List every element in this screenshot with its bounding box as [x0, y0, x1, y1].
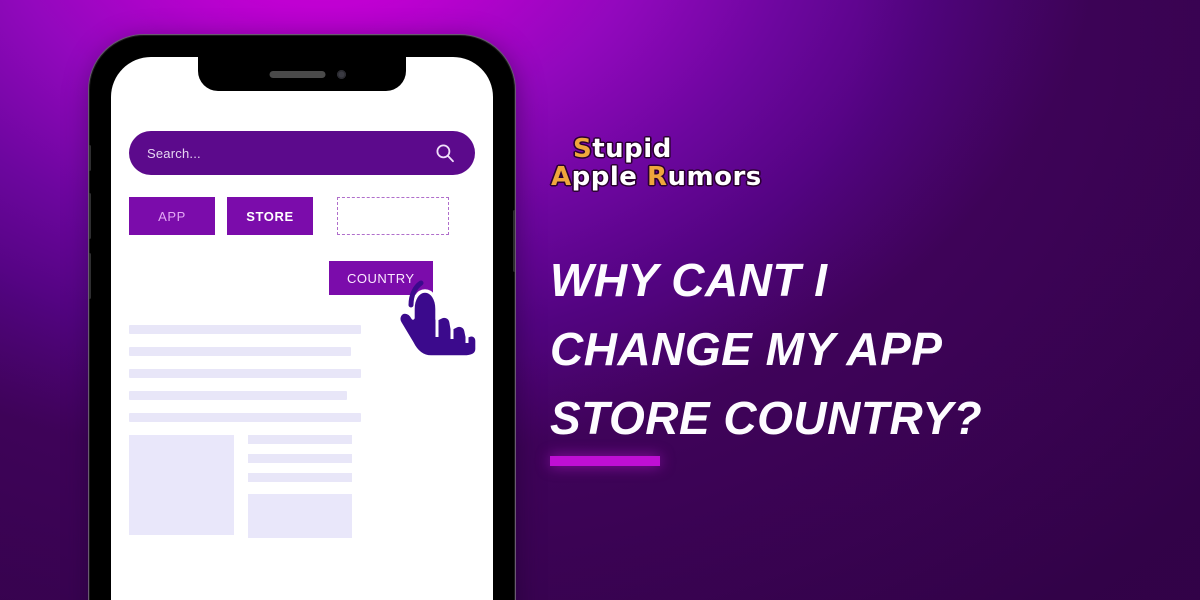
placeholder-line: [248, 454, 352, 463]
placeholder-side-column: [248, 435, 352, 538]
logo-text-tupid: tupid: [592, 134, 672, 164]
phone-mute-button[interactable]: [89, 145, 91, 171]
phone-screen: Search... APP STORE COUNTRY: [111, 57, 493, 600]
chip-store-label: STORE: [246, 208, 294, 224]
placeholder-line: [248, 435, 352, 444]
logo-cap-a: A: [551, 162, 572, 192]
logo-line-2: Apple Rumors: [551, 164, 762, 190]
placeholder-line: [129, 391, 347, 400]
front-camera-icon: [337, 70, 346, 79]
search-input[interactable]: Search...: [129, 131, 475, 175]
filter-chip-row: APP STORE: [129, 197, 475, 235]
logo-line-1: Stupid: [573, 136, 762, 162]
pointing-hand-cursor-icon: [391, 279, 477, 357]
site-logo: Stupid Apple Rumors: [551, 136, 762, 190]
chip-app[interactable]: APP: [129, 197, 215, 235]
chip-store[interactable]: STORE: [227, 197, 313, 235]
placeholder-image-block: [129, 435, 234, 535]
search-icon[interactable]: [435, 143, 455, 163]
placeholder-block: [248, 494, 352, 538]
phone-notch: [198, 57, 406, 91]
phone-volume-up-button[interactable]: [89, 193, 91, 239]
logo-text-pple: pple: [571, 162, 647, 192]
logo-cap-r: R: [646, 162, 668, 192]
placeholder-media-row: [129, 435, 475, 538]
headline-line-1: WHY CANT I: [550, 254, 828, 306]
phone-power-button[interactable]: [513, 210, 515, 272]
logo-text-umors: umors: [667, 162, 762, 192]
phone-mockup: Search... APP STORE COUNTRY: [88, 34, 520, 600]
phone-frame: Search... APP STORE COUNTRY: [88, 34, 516, 600]
chip-app-label: APP: [158, 208, 186, 224]
search-placeholder-text: Search...: [147, 145, 201, 161]
placeholder-line: [129, 413, 361, 422]
placeholder-line: [248, 473, 352, 482]
logo-cap-s: S: [573, 134, 593, 164]
app-content: Search... APP STORE COUNTRY: [111, 91, 493, 600]
page-title: WHY CANT I CHANGE MY APP STORE COUNTRY?: [550, 246, 1150, 453]
right-panel: Stupid Apple Rumors WHY CANT I CHANGE MY…: [548, 0, 1168, 600]
placeholder-line: [129, 369, 361, 378]
placeholder-line: [129, 347, 351, 356]
title-accent-bar: [550, 456, 660, 466]
speaker-grille-icon: [269, 71, 326, 78]
headline-line-2: CHANGE MY APP: [550, 323, 943, 375]
phone-volume-down-button[interactable]: [89, 253, 91, 299]
country-selection-area: COUNTRY: [129, 261, 477, 357]
chip-empty-dashed[interactable]: [337, 197, 449, 235]
headline-line-3: STORE COUNTRY?: [550, 392, 983, 444]
